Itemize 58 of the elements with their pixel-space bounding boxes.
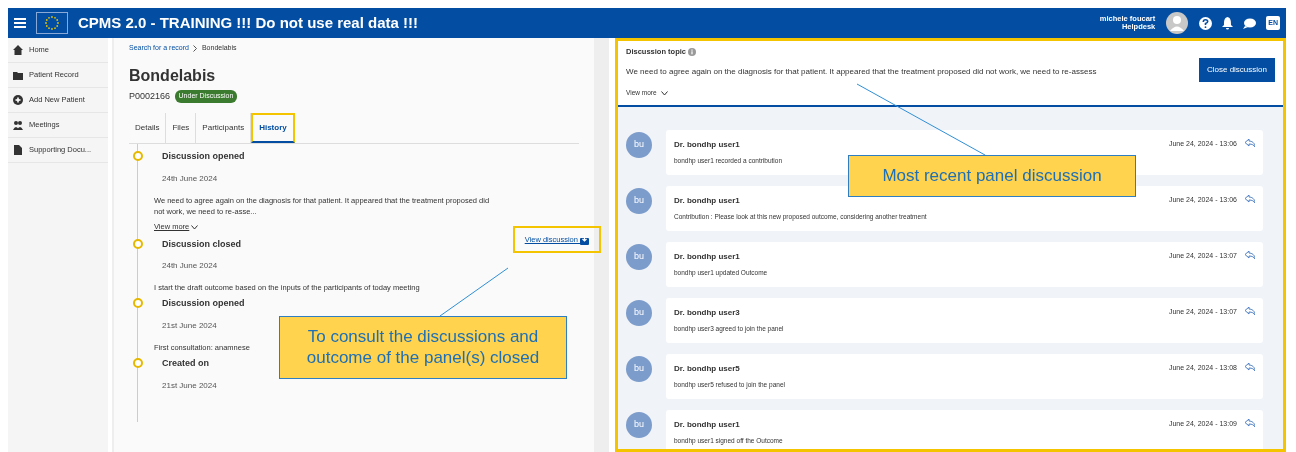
chevron-down-icon bbox=[191, 224, 199, 230]
event-date: 21st June 2024 bbox=[162, 319, 218, 332]
author-name: Dr. bondhp user1 bbox=[674, 194, 741, 207]
timeline-dot bbox=[133, 298, 143, 309]
avatar: bu bbox=[626, 243, 652, 270]
avatar-icon[interactable] bbox=[1165, 11, 1190, 35]
author-name: Dr. bondhp user1 bbox=[674, 418, 741, 431]
author-name: Dr. bondhp user1 bbox=[674, 250, 741, 263]
reply-icon[interactable] bbox=[1245, 250, 1255, 259]
chat-icon[interactable] bbox=[1243, 17, 1257, 29]
callout-note: To consult the discussions and outcome of the panel(s) closed bbox=[279, 316, 567, 379]
author-name: Dr. bondhp user5 bbox=[674, 362, 741, 375]
avatar: bu bbox=[626, 299, 652, 326]
event-title: Discussion opened bbox=[162, 150, 245, 163]
patient-name: Bondelabis bbox=[129, 65, 217, 86]
avatar: bu bbox=[626, 355, 652, 382]
folder-icon bbox=[13, 70, 23, 80]
event-date: 24th June 2024 bbox=[162, 172, 219, 185]
tab[interactable]: Participants bbox=[196, 113, 252, 143]
topic-text: We need to agree again on the diagnosis for that patient. It appeared that the treatment proposed did not work, we need to re-assess bbox=[626, 66, 1098, 79]
scrollbar[interactable] bbox=[594, 38, 609, 452]
timeline-dot bbox=[133, 151, 143, 161]
plus-circle-icon bbox=[13, 95, 23, 105]
bell-icon[interactable] bbox=[1222, 16, 1234, 30]
close-discussion-button[interactable]: Close discussion bbox=[1198, 58, 1275, 82]
reply-icon[interactable] bbox=[1245, 306, 1255, 315]
tab[interactable]: History bbox=[251, 113, 295, 143]
reply-icon[interactable] bbox=[1245, 194, 1255, 203]
tab[interactable]: Details bbox=[129, 113, 167, 143]
timeline-dot bbox=[133, 238, 143, 249]
tab[interactable]: Files bbox=[166, 113, 197, 143]
timeline-dot bbox=[133, 358, 143, 368]
app-title: CPMS 2.0 - TRAINING !!! Do not use real data !!! bbox=[78, 12, 419, 33]
patient-id: P0002166 bbox=[129, 89, 171, 103]
stars-logo bbox=[36, 12, 68, 34]
event-date: 21st June 2024 bbox=[162, 379, 218, 392]
event-title: Created on bbox=[162, 357, 209, 370]
event-title: Discussion closed bbox=[162, 237, 242, 251]
home-icon bbox=[13, 45, 23, 55]
help-icon[interactable] bbox=[1199, 16, 1213, 30]
info-icon bbox=[688, 47, 697, 56]
author-name: Dr. bondhp user1 bbox=[674, 138, 741, 151]
leader-line bbox=[439, 267, 509, 317]
reply-icon[interactable] bbox=[1245, 362, 1255, 371]
chevron-down-icon bbox=[660, 91, 668, 97]
avatar: bu bbox=[626, 187, 652, 214]
reply-icon[interactable] bbox=[1245, 138, 1255, 147]
avatar: bu bbox=[626, 131, 652, 158]
reply-icon[interactable] bbox=[1245, 418, 1255, 427]
avatar: bu bbox=[626, 411, 652, 438]
document-icon bbox=[13, 145, 23, 155]
event-title: Discussion opened bbox=[162, 297, 245, 311]
callout-note: Most recent panel discussion bbox=[848, 155, 1136, 197]
people-icon bbox=[13, 120, 23, 130]
event-date: 24th June 2024 bbox=[162, 260, 219, 272]
chevron-right-icon bbox=[193, 44, 198, 52]
author-name: Dr. bondhp user3 bbox=[674, 306, 741, 319]
menu-icon[interactable] bbox=[14, 18, 26, 28]
